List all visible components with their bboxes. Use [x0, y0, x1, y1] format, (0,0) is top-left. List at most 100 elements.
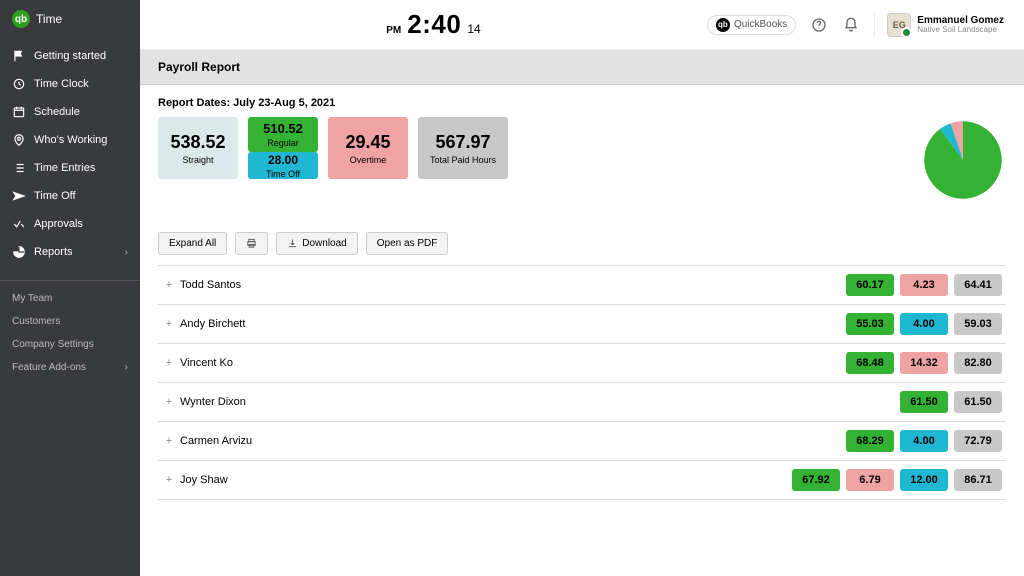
sidebar-item-label: Reports	[34, 246, 73, 258]
open-pdf-button[interactable]: Open as PDF	[366, 232, 449, 255]
employee-name: Joy Shaw	[180, 474, 792, 486]
topbar-clock: PM 2:40 14	[386, 9, 480, 40]
pie-chart	[920, 117, 1006, 208]
hours-cell-pink: 4.23	[900, 274, 948, 296]
user-meta: Emmanuel Gomez Native Soil Landscape	[917, 15, 1004, 35]
hours-cell-green: 68.48	[846, 352, 894, 374]
expand-row-button[interactable]: +	[162, 357, 176, 369]
main: PM 2:40 14 qb QuickBooks EG Emma	[140, 0, 1024, 576]
total-label: Total Paid Hours	[422, 155, 504, 165]
help-icon[interactable]	[810, 16, 828, 34]
hours-cell-green: 68.29	[846, 430, 894, 452]
sidebar-secondary-label: Customers	[12, 316, 60, 327]
sidebar-item-approvals[interactable]: Approvals	[0, 210, 140, 238]
hours-cell-grey: 61.50	[954, 391, 1002, 413]
sidebar-secondary-my-team[interactable]: My Team	[0, 287, 140, 310]
app-window: qb Time Getting started Time Clock Schedul…	[0, 0, 1024, 576]
row-numbers: 68.294.0072.79	[846, 430, 1002, 452]
sidebar-item-label: Approvals	[34, 218, 83, 230]
row-numbers: 55.034.0059.03	[846, 313, 1002, 335]
user-name: Emmanuel Gomez	[917, 15, 1004, 26]
table-row: +Carmen Arvizu68.294.0072.79	[158, 422, 1006, 461]
expand-row-button[interactable]: +	[162, 474, 176, 486]
table-row: +Wynter Dixon61.5061.50	[158, 383, 1006, 422]
sidebar-item-label: Getting started	[34, 50, 106, 62]
download-button[interactable]: Download	[276, 232, 357, 255]
report-dates: Report Dates: July 23-Aug 5, 2021	[158, 97, 1006, 109]
employee-name: Andy Birchett	[180, 318, 846, 330]
sidebar-item-time-off[interactable]: Time Off	[0, 182, 140, 210]
sidebar-secondary-feature-add-ons[interactable]: Feature Add-ons ›	[0, 356, 140, 379]
hours-cell-green: 61.50	[900, 391, 948, 413]
expand-row-button[interactable]: +	[162, 318, 176, 330]
sidebar-item-schedule[interactable]: Schedule	[0, 98, 140, 126]
nav-secondary: My TeamCustomersCompany SettingsFeature …	[0, 280, 140, 379]
chevron-right-icon: ›	[125, 362, 128, 373]
topbar: PM 2:40 14 qb QuickBooks EG Emma	[140, 0, 1024, 50]
clock-time: 2:40	[407, 9, 461, 40]
hours-cell-grey: 82.80	[954, 352, 1002, 374]
clock-ampm: PM	[386, 25, 401, 36]
sidebar-item-label: Who's Working	[34, 134, 107, 146]
expand-row-button[interactable]: +	[162, 435, 176, 447]
table-row: + Vincent Ko68.48 14.32 82.80	[158, 344, 1006, 383]
regular-value: 510.52	[252, 121, 314, 136]
hours-cell-cyan: 12.00	[900, 469, 948, 491]
brand: qb Time	[0, 0, 140, 42]
hours-cell-pink: 14.32	[900, 352, 948, 374]
overtime-value: 29.45	[332, 132, 404, 153]
expand-row-button[interactable]: +	[162, 279, 176, 291]
report-toolbar: Expand All Download Open as PDF	[158, 232, 1006, 255]
hours-cell-green: 67.92	[792, 469, 840, 491]
sidebar-item-getting-started[interactable]: Getting started	[0, 42, 140, 70]
quickbooks-icon: qb	[716, 18, 730, 32]
expand-row-button[interactable]: +	[162, 396, 176, 408]
print-icon	[246, 238, 257, 249]
sidebar-item-time-entries[interactable]: Time Entries	[0, 154, 140, 182]
nav-primary: Getting started Time Clock Schedule Who's W…	[0, 42, 140, 266]
user-menu[interactable]: EG Emmanuel Gomez Native Soil Landscape	[874, 13, 1004, 37]
table-row: +Todd Santos60.174.2364.41	[158, 266, 1006, 305]
clock-seconds: 14	[467, 22, 480, 36]
summary-row: 538.52 Straight 510.52 Regular 28.00 Tim…	[158, 117, 1006, 208]
bell-icon[interactable]	[842, 16, 860, 34]
chevron-right-icon: ›	[125, 247, 128, 258]
sidebar-item-time-clock[interactable]: Time Clock	[0, 70, 140, 98]
regular-label: Regular	[252, 138, 314, 148]
calendar-icon	[12, 105, 26, 119]
download-icon	[287, 238, 298, 249]
table-row: + Joy Shaw67.92 6.79 12.00 86.71	[158, 461, 1006, 500]
sidebar-item-label: Time Clock	[34, 78, 89, 90]
hours-cell-grey: 86.71	[954, 469, 1002, 491]
employee-name: Carmen Arvizu	[180, 435, 846, 447]
report-rows: +Todd Santos60.174.2364.41+Andy Birchett…	[158, 265, 1006, 500]
pin-icon	[12, 133, 26, 147]
hours-cell-pink: 6.79	[846, 469, 894, 491]
brand-name: Time	[36, 12, 62, 26]
sidebar: qb Time Getting started Time Clock Schedul…	[0, 0, 140, 576]
row-numbers: 67.92 6.79 12.00 86.71	[792, 469, 1002, 491]
flag-icon	[12, 49, 26, 63]
card-timeoff: 28.00 Time Off	[248, 152, 318, 179]
card-straight: 538.52 Straight	[158, 117, 238, 179]
sidebar-secondary-customers[interactable]: Customers	[0, 310, 140, 333]
topbar-right: qb QuickBooks EG Emmanuel Gomez Native S…	[707, 13, 1004, 37]
sidebar-item-reports[interactable]: Reports ›	[0, 238, 140, 266]
content: Payroll Report Report Dates: July 23-Aug…	[140, 50, 1024, 576]
total-value: 567.97	[422, 132, 504, 153]
straight-value: 538.52	[162, 132, 234, 153]
quickbooks-link[interactable]: qb QuickBooks	[707, 15, 796, 35]
list-icon	[12, 161, 26, 175]
expand-all-button[interactable]: Expand All	[158, 232, 227, 255]
hours-cell-cyan: 4.00	[900, 430, 948, 452]
sidebar-secondary-label: My Team	[12, 293, 52, 304]
employee-name: Vincent Ko	[180, 357, 846, 369]
avatar: EG	[887, 13, 911, 37]
sidebar-secondary-company-settings[interactable]: Company Settings	[0, 333, 140, 356]
straight-label: Straight	[162, 155, 234, 165]
sidebar-item-who-s-working[interactable]: Who's Working	[0, 126, 140, 154]
print-button[interactable]	[235, 232, 268, 255]
brand-logo-icon: qb	[12, 10, 30, 28]
card-overtime: 29.45 Overtime	[328, 117, 408, 179]
sidebar-secondary-label: Feature Add-ons	[12, 362, 86, 373]
